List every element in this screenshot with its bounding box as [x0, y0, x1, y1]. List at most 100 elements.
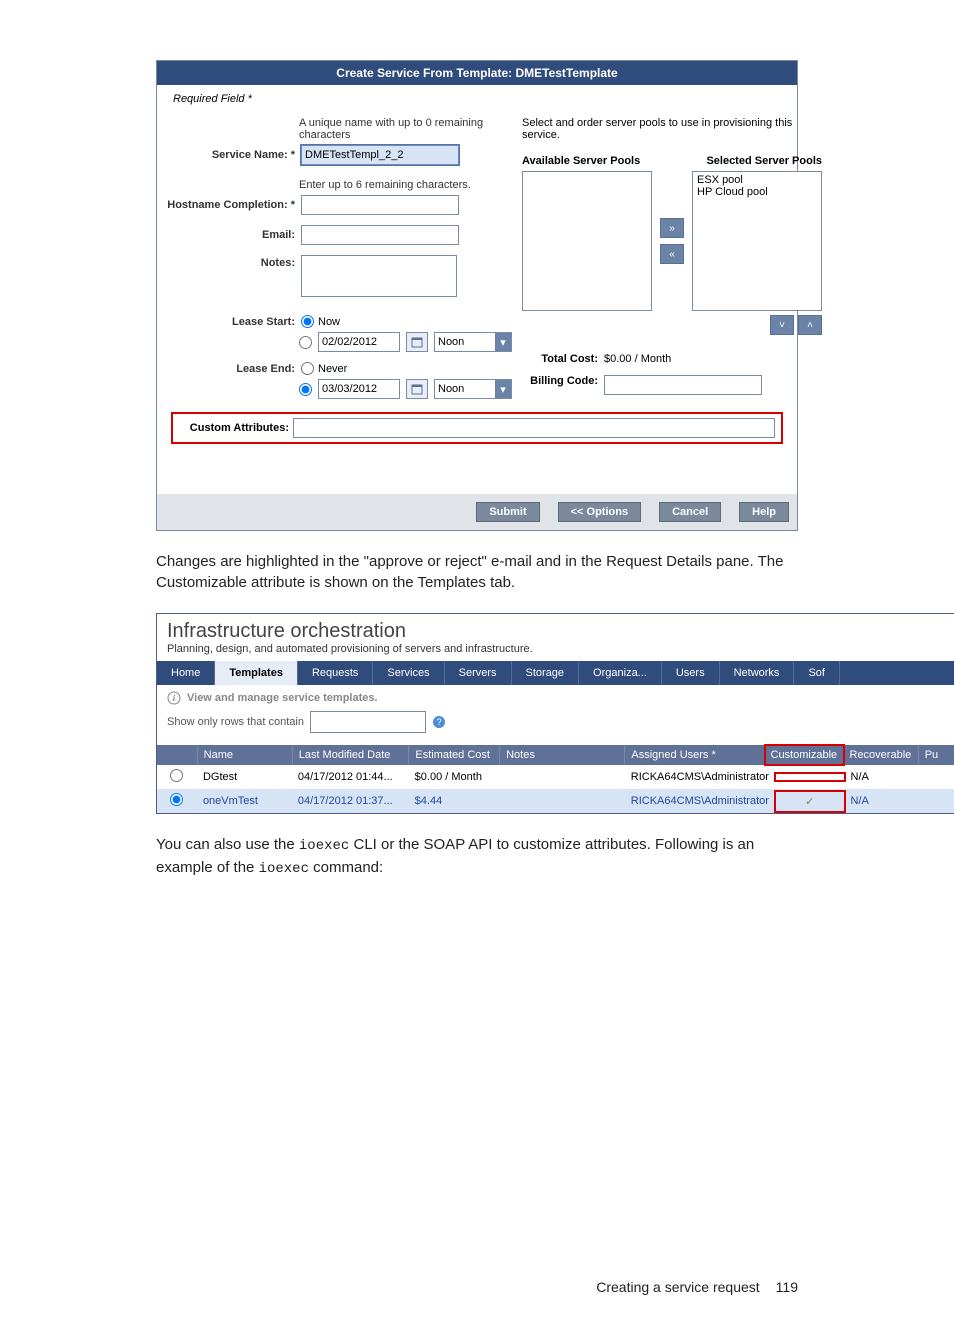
lease-end-time-dropdown[interactable]: Noon ▾ [434, 379, 512, 399]
total-cost-label: Total Cost: [522, 353, 598, 365]
tab-home[interactable]: Home [157, 661, 215, 685]
cell-customizable: ✓ [775, 791, 845, 812]
pool-item[interactable]: HP Cloud pool [697, 186, 817, 198]
svg-text:i: i [173, 693, 176, 703]
move-right-button[interactable]: » [660, 218, 684, 238]
paragraph-1: Changes are highlighted in the "approve … [156, 551, 798, 593]
lease-end-date-radio[interactable] [299, 383, 312, 396]
cancel-button[interactable]: Cancel [659, 502, 721, 522]
billing-code-input[interactable] [604, 375, 762, 395]
service-name-input[interactable] [301, 145, 459, 165]
info-icon: i [167, 691, 181, 705]
move-down-button[interactable]: ˅ [770, 315, 794, 335]
options-button[interactable]: << Options [558, 502, 641, 522]
paragraph-2: You can also use the ioexec CLI or the S… [156, 834, 798, 879]
help-button[interactable]: Help [739, 502, 789, 522]
dialog-footer: Submit << Options Cancel Help [157, 494, 797, 530]
create-service-dialog: Create Service From Template: DMETestTem… [156, 60, 798, 531]
email-label: Email: [167, 229, 301, 241]
cell-name: DGtest [197, 767, 292, 787]
selected-pools-list[interactable]: ESX pool HP Cloud pool [692, 171, 822, 311]
col-assigned-users[interactable]: Assigned Users * [625, 745, 764, 765]
lease-end-date-input[interactable] [318, 379, 400, 399]
col-recoverable[interactable]: Recoverable [844, 745, 919, 765]
svg-text:?: ? [436, 717, 441, 727]
page-subtitle: Planning, design, and automated provisio… [167, 643, 945, 655]
lease-start-now-radio[interactable] [301, 315, 314, 328]
tab-software[interactable]: Sof [794, 661, 840, 685]
help-icon[interactable]: ? [432, 715, 446, 729]
tab-requests[interactable]: Requests [298, 661, 373, 685]
cell-assigned: RICKA64CMS\Administrator [625, 767, 775, 787]
col-published[interactable]: Pu [919, 745, 954, 765]
hostname-input[interactable] [301, 195, 459, 215]
cell-name: oneVmTest [197, 791, 292, 811]
cell-date: 04/17/2012 01:44... [292, 767, 409, 787]
cell-cost: $4.44 [409, 791, 500, 811]
custom-attributes-highlight: Custom Attributes: [171, 412, 783, 444]
cell-notes [499, 773, 625, 781]
available-pools-label: Available Server Pools [522, 155, 640, 167]
row-select-radio[interactable] [170, 769, 183, 782]
lease-end-never-radio[interactable] [301, 362, 314, 375]
cell-assigned: RICKA64CMS\Administrator [625, 791, 775, 811]
filter-label: Show only rows that contain [167, 716, 304, 728]
tab-storage[interactable]: Storage [512, 661, 580, 685]
lease-start-now-label: Now [318, 316, 340, 328]
grid-header: Name Last Modified Date Estimated Cost N… [157, 745, 954, 765]
tab-networks[interactable]: Networks [720, 661, 795, 685]
custom-attributes-input[interactable] [293, 418, 775, 438]
templates-tip: View and manage service templates. [187, 692, 378, 704]
lease-start-label: Lease Start: [167, 316, 301, 328]
row-select-radio[interactable] [170, 793, 183, 806]
table-row[interactable]: DGtest 04/17/2012 01:44... $0.00 / Month… [157, 765, 954, 789]
total-cost-value: $0.00 / Month [604, 353, 671, 365]
nav-tabs: Home Templates Requests Services Servers… [157, 661, 954, 685]
custom-attributes-label: Custom Attributes: [179, 422, 289, 434]
move-up-button[interactable]: ˄ [798, 315, 822, 335]
service-name-hint: A unique name with up to 0 remaining cha… [299, 117, 512, 141]
col-notes[interactable]: Notes [500, 745, 625, 765]
service-name-label: Service Name: * [167, 149, 301, 161]
lease-start-date-input[interactable] [318, 332, 400, 352]
notes-input[interactable] [301, 255, 457, 297]
col-last-modified[interactable]: Last Modified Date [293, 745, 410, 765]
templates-screenshot: Infrastructure orchestration Planning, d… [156, 613, 954, 814]
tab-templates[interactable]: Templates [215, 661, 298, 685]
notes-label: Notes: [167, 255, 301, 269]
col-customizable[interactable]: Customizable [765, 745, 844, 765]
table-row[interactable]: oneVmTest 04/17/2012 01:37... $4.44 RICK… [157, 789, 954, 813]
pools-hint: Select and order server pools to use in … [522, 117, 822, 141]
cell-recoverable: N/A [845, 791, 920, 811]
lease-end-never-label: Never [318, 363, 347, 375]
cell-date: 04/17/2012 01:37... [292, 791, 409, 811]
hostname-label: Hostname Completion: * [167, 199, 301, 211]
email-input[interactable] [301, 225, 459, 245]
tab-services[interactable]: Services [373, 661, 444, 685]
col-estimated-cost[interactable]: Estimated Cost [409, 745, 500, 765]
cell-customizable [775, 773, 845, 781]
hostname-hint: Enter up to 6 remaining characters. [299, 179, 512, 191]
lease-start-date-radio[interactable] [299, 336, 312, 349]
submit-button[interactable]: Submit [476, 502, 539, 522]
pool-item[interactable]: ESX pool [697, 174, 817, 186]
dialog-title: Create Service From Template: DMETestTem… [157, 61, 797, 85]
tab-servers[interactable]: Servers [445, 661, 512, 685]
move-left-button[interactable]: « [660, 244, 684, 264]
calendar-icon[interactable] [406, 332, 428, 352]
col-name[interactable]: Name [198, 745, 293, 765]
page-footer: Creating a service request119 [0, 1279, 798, 1295]
tab-users[interactable]: Users [662, 661, 720, 685]
cell-cost: $0.00 / Month [409, 767, 500, 787]
selected-pools-label: Selected Server Pools [706, 155, 822, 167]
cell-notes [499, 797, 625, 805]
calendar-icon[interactable] [406, 379, 428, 399]
available-pools-list[interactable] [522, 171, 652, 311]
filter-input[interactable] [310, 711, 426, 733]
tab-organization[interactable]: Organiza... [579, 661, 662, 685]
billing-code-label: Billing Code: [522, 375, 598, 395]
chevron-down-icon: ▾ [495, 333, 511, 351]
required-field-note: Required Field * [167, 91, 787, 113]
lease-end-label: Lease End: [167, 363, 301, 375]
lease-start-time-dropdown[interactable]: Noon ▾ [434, 332, 512, 352]
